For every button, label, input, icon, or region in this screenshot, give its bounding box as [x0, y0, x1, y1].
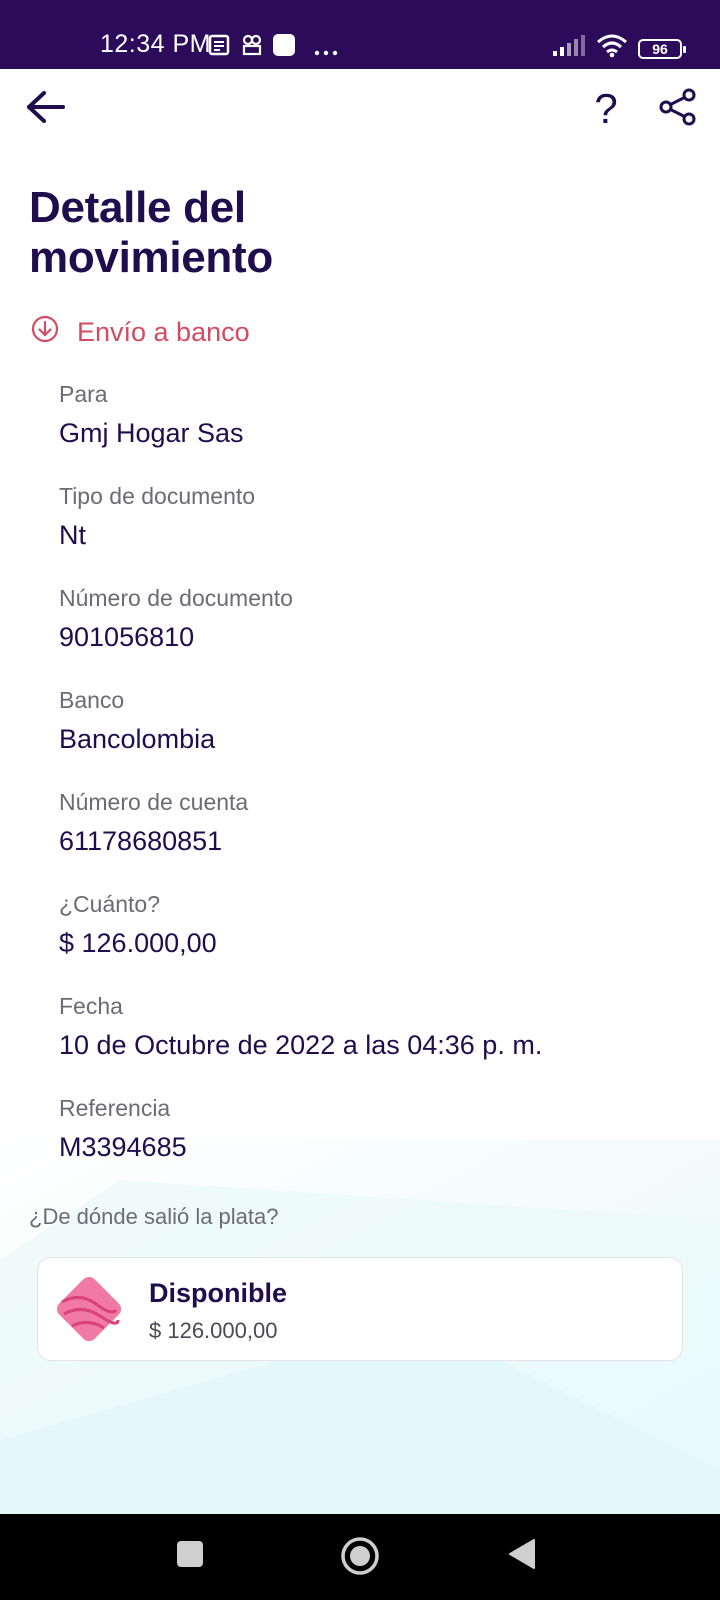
more-dots-icon — [314, 43, 338, 61]
detail-item: Banco Bancolombia — [59, 686, 215, 756]
detail-label: Para — [59, 381, 108, 407]
detail-item: Referencia M3394685 — [59, 1094, 187, 1164]
detail-value: 61178680851 — [59, 826, 223, 856]
detail-item: Número de cuenta 61178680851 — [59, 788, 248, 858]
source-heading: ¿De dónde salió la plata? — [29, 1204, 279, 1229]
status-time: 12:34 PM — [100, 30, 212, 58]
detail-value: Nt — [59, 520, 86, 550]
signal-icon — [552, 35, 586, 62]
movement-type-label: Envío a banco — [77, 317, 250, 347]
page-title: Detalle del movimiento — [29, 183, 629, 283]
detail-item: Fecha 10 de Octubre de 2022 a las 04:36 … — [59, 992, 542, 1062]
recents-button[interactable] — [170, 1536, 210, 1576]
detail-label: Banco — [59, 687, 125, 713]
detail-value: Bancolombia — [59, 724, 216, 754]
detail-value: 901056810 — [59, 622, 195, 652]
battery-icon: 96 — [638, 38, 686, 59]
detail-item: Número de documento 901056810 — [59, 584, 293, 654]
toolbar: ? — [0, 69, 720, 155]
status-bar: 12:34 PM 96 — [0, 0, 720, 69]
back-triangle-icon — [507, 1538, 537, 1575]
share-icon — [659, 88, 697, 131]
question-mark-icon: ? — [594, 85, 618, 132]
home-circle-icon — [340, 1536, 380, 1581]
detail-item: ¿Cuánto? $ 126.000,00 — [59, 890, 217, 960]
detail-label: Referencia — [59, 1095, 171, 1121]
arrow-left-icon — [26, 90, 66, 129]
movement-type: Envío a banco — [31, 315, 250, 350]
system-back-button[interactable] — [502, 1536, 542, 1576]
app-icon — [241, 34, 263, 61]
home-button[interactable] — [336, 1534, 384, 1582]
source-name: Disponible — [149, 1278, 288, 1308]
detail-value: Gmj Hogar Sas — [59, 418, 244, 448]
detail-label: Fecha — [59, 993, 123, 1019]
detail-label: ¿Cuánto? — [59, 891, 161, 917]
detail-value: 10 de Octubre de 2022 a las 04:36 p. m. — [59, 1030, 543, 1060]
wifi-icon — [596, 34, 628, 63]
square-app-icon — [272, 33, 296, 62]
detail-value: M3394685 — [59, 1132, 187, 1162]
source-amount: $ 126.000,00 — [149, 1318, 278, 1343]
share-button[interactable] — [650, 81, 706, 137]
back-button[interactable] — [18, 81, 74, 137]
detail-item: Para Gmj Hogar Sas — [59, 380, 244, 450]
page-title-line1: Detalle del — [29, 183, 246, 232]
detail-item: Tipo de documento Nt — [59, 482, 255, 552]
pink-pocket-icon — [50, 1270, 128, 1348]
navigation-bar — [0, 1514, 720, 1600]
detail-label: Número de cuenta — [59, 789, 249, 815]
detail-label: Número de documento — [59, 585, 293, 611]
help-button[interactable]: ? — [578, 81, 634, 137]
detail-label: Tipo de documento — [59, 483, 256, 509]
detail-value: $ 126.000,00 — [59, 928, 217, 958]
source-card[interactable]: Disponible $ 126.000,00 — [37, 1257, 683, 1361]
page-title-line2: movimiento — [29, 233, 273, 282]
recents-square-icon — [176, 1540, 204, 1573]
news-icon — [208, 34, 230, 61]
arrow-down-circle-icon — [31, 315, 59, 350]
